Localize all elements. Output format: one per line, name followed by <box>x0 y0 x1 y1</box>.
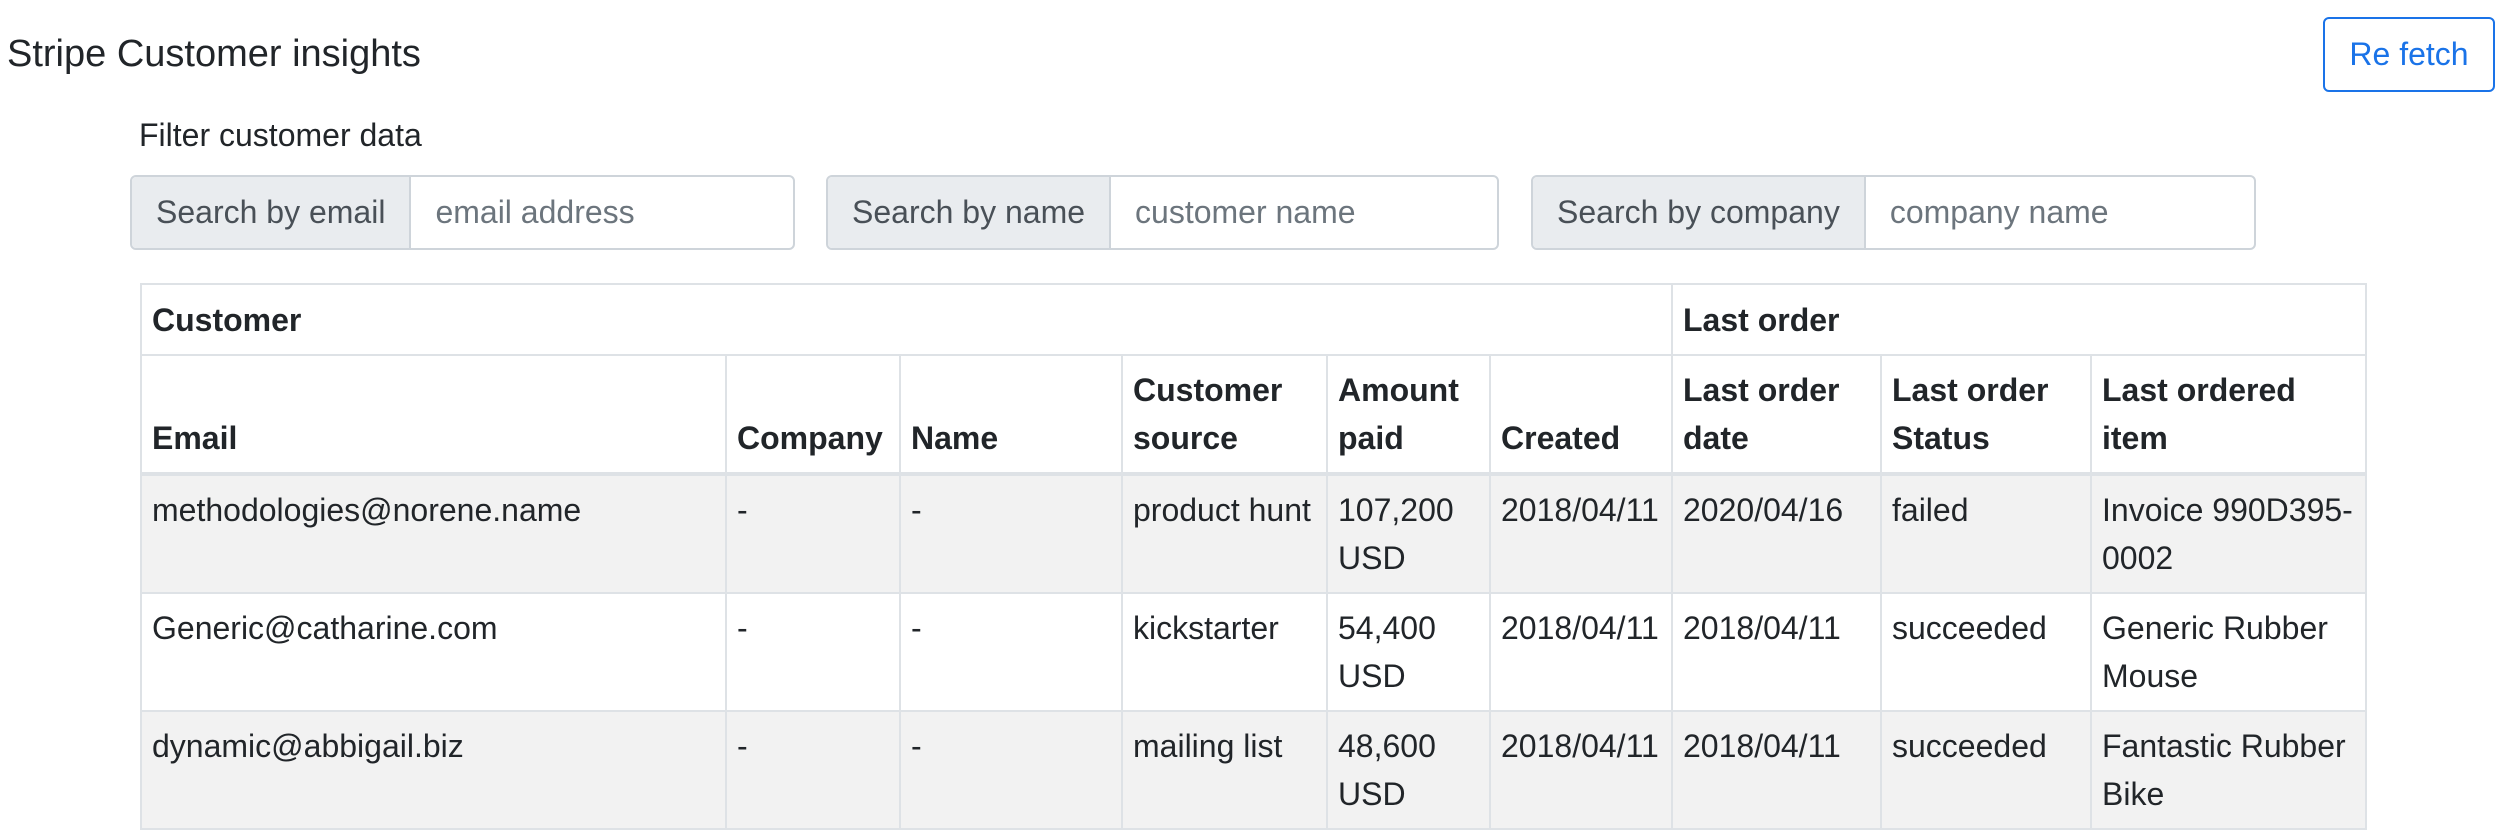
company-filter-group: Search by company <box>1531 175 2256 250</box>
email-search-input[interactable] <box>411 177 793 248</box>
table-row: methodologies@norene.name - - product hu… <box>140 473 2367 594</box>
cell-email: Generic@catharine.com <box>140 592 727 712</box>
cell-last-item: Fantastic Rubber Bike <box>2090 710 2367 830</box>
cell-name: - <box>899 710 1123 830</box>
cell-last-date: 2020/04/16 <box>1671 473 1882 594</box>
cell-company: - <box>725 592 901 712</box>
cell-company: - <box>725 473 901 594</box>
customer-group-header: Customer <box>140 283 1673 356</box>
cell-last-date: 2018/04/11 <box>1671 710 1882 830</box>
table-row: dynamic@abbigail.biz - - mailing list 48… <box>140 710 2367 830</box>
column-header-email: Email <box>140 354 727 476</box>
column-header-source: Customer source <box>1121 354 1328 476</box>
column-header-name: Name <box>899 354 1123 476</box>
table-column-header-row: Email Company Name Customer source Amoun… <box>140 354 2367 476</box>
table-row: Generic@catharine.com - - kickstarter 54… <box>140 592 2367 712</box>
cell-email: methodologies@norene.name <box>140 473 727 594</box>
company-search-input[interactable] <box>1865 177 2254 248</box>
refetch-button[interactable]: Re fetch <box>2323 17 2495 92</box>
column-header-last-item: Last ordered item <box>2090 354 2367 476</box>
name-search-input[interactable] <box>1111 177 1497 248</box>
cell-source: mailing list <box>1121 710 1328 830</box>
company-filter-addon: Search by company <box>1533 177 1866 248</box>
cell-name: - <box>899 473 1123 594</box>
column-header-created: Created <box>1489 354 1673 476</box>
cell-amount: 54,400 USD <box>1326 592 1491 712</box>
email-filter-group: Search by email <box>130 175 795 250</box>
filter-label: Filter customer data <box>139 117 422 153</box>
cell-last-status: failed <box>1880 473 2092 594</box>
cell-company: - <box>725 710 901 830</box>
cell-amount: 107,200 USD <box>1326 473 1491 594</box>
page-header: Stripe Customer insights Re fetch <box>0 0 2512 110</box>
cell-source: kickstarter <box>1121 592 1328 712</box>
name-filter-addon: Search by name <box>828 177 1112 248</box>
column-header-company: Company <box>725 354 901 476</box>
email-input-wrapper <box>411 177 793 248</box>
cell-created: 2018/04/11 <box>1489 473 1673 594</box>
page-title: Stripe Customer insights <box>7 33 421 75</box>
cell-last-item: Generic Rubber Mouse <box>2090 592 2367 712</box>
cell-last-date: 2018/04/11 <box>1671 592 1882 712</box>
table-group-header-row: Customer Last order <box>140 283 2367 356</box>
cell-last-item: Invoice 990D395-0002 <box>2090 473 2367 594</box>
cell-amount: 48,600 USD <box>1326 710 1491 830</box>
cell-created: 2018/04/11 <box>1489 592 1673 712</box>
cell-last-status: succeeded <box>1880 710 2092 830</box>
cell-last-status: succeeded <box>1880 592 2092 712</box>
cell-created: 2018/04/11 <box>1489 710 1673 830</box>
column-header-last-date: Last order date <box>1671 354 1882 476</box>
cell-email: dynamic@abbigail.biz <box>140 710 727 830</box>
column-header-amount: Amount paid <box>1326 354 1491 476</box>
customer-table: Customer Last order Email Company Name C… <box>140 283 2367 830</box>
cell-source: product hunt <box>1121 473 1328 594</box>
email-filter-addon: Search by email <box>132 177 412 248</box>
column-header-last-status: Last order Status <box>1880 354 2092 476</box>
name-filter-group: Search by name <box>826 175 1499 250</box>
cell-name: - <box>899 592 1123 712</box>
last-order-group-header: Last order <box>1671 283 2367 356</box>
